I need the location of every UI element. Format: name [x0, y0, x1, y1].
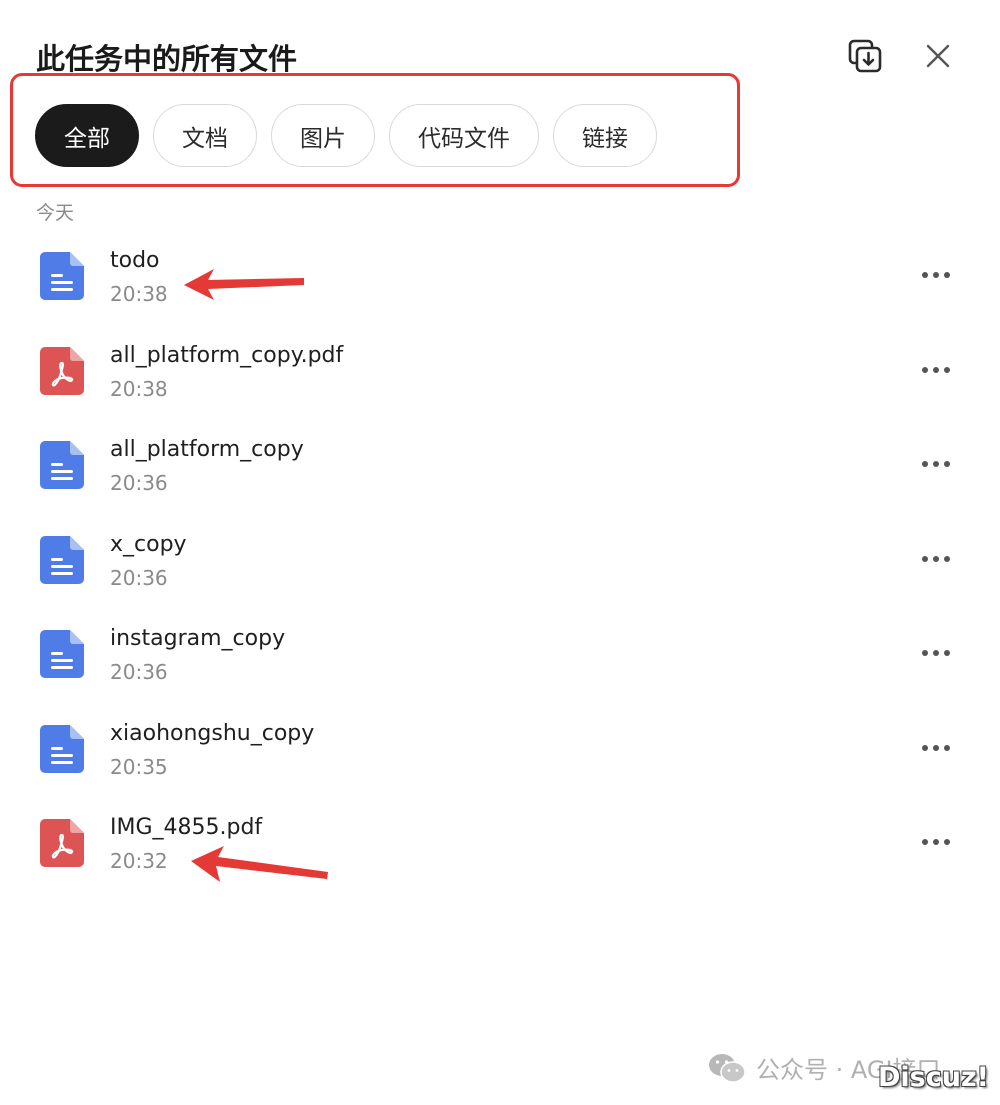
- file-time: 20:35: [110, 754, 168, 779]
- filter-tabs: 全部 文档 图片 代码文件 链接: [35, 104, 657, 167]
- file-row[interactable]: all_platform_copy.pdf 20:38: [0, 323, 1000, 418]
- file-row[interactable]: x_copy 20:36: [0, 512, 1000, 607]
- document-icon: [40, 252, 84, 300]
- annotation-arrow-icon: [191, 846, 328, 882]
- more-dot-icon: [922, 555, 928, 562]
- tab-documents[interactable]: 文档: [153, 104, 257, 167]
- more-dot-icon: [933, 839, 939, 845]
- more-options-button[interactable]: [916, 642, 956, 664]
- file-time: 20:36: [110, 660, 168, 684]
- more-options-button[interactable]: [916, 548, 956, 570]
- file-name: all_platform_copy.pdf: [110, 342, 344, 368]
- file-name: all_platform_copy: [110, 437, 304, 462]
- document-icon: [40, 441, 84, 489]
- pdf-icon: [40, 819, 84, 867]
- more-dot-icon: [944, 461, 950, 467]
- more-dot-icon: [933, 744, 939, 751]
- annotation-arrow-icon: [184, 269, 304, 300]
- section-label-today: 今天: [36, 202, 75, 224]
- discuz-badge: Discuz!: [878, 1062, 989, 1093]
- more-dot-icon: [933, 272, 939, 278]
- more-dot-icon: [933, 555, 939, 562]
- more-options-button[interactable]: [916, 359, 956, 381]
- download-copy-icon: [848, 39, 882, 73]
- file-row[interactable]: all_platform_copy 20:36: [0, 417, 1000, 512]
- files-panel: 此任务中的所有文件 全部 文档 图片 代码文件 链接 今天 todo 20:38: [0, 0, 1000, 1105]
- document-icon: [40, 724, 84, 773]
- file-time: 20:38: [110, 376, 168, 401]
- file-list: todo 20:38 all_platform_copy.pdf 20:38 a…: [0, 228, 1000, 890]
- more-dot-icon: [933, 366, 939, 373]
- more-dot-icon: [922, 744, 928, 751]
- file-time: 20:36: [110, 471, 168, 495]
- page-title: 此任务中的所有文件: [36, 42, 298, 76]
- file-time: 20:36: [110, 565, 168, 590]
- more-dot-icon: [944, 272, 950, 278]
- more-options-button[interactable]: [916, 453, 956, 475]
- tab-images[interactable]: 图片: [271, 104, 375, 167]
- more-dot-icon: [944, 650, 950, 656]
- more-dot-icon: [922, 839, 928, 845]
- more-dot-icon: [922, 650, 928, 656]
- more-dot-icon: [922, 272, 928, 278]
- download-button[interactable]: [845, 36, 885, 76]
- document-icon: [40, 630, 84, 678]
- wechat-icon: [709, 1053, 746, 1083]
- document-icon: [40, 535, 84, 584]
- file-name: x_copy: [110, 531, 187, 557]
- tab-all[interactable]: 全部: [35, 104, 139, 167]
- more-dot-icon: [922, 461, 928, 467]
- more-dot-icon: [944, 744, 950, 751]
- file-row[interactable]: IMG_4855.pdf 20:32: [0, 795, 1000, 890]
- more-options-button[interactable]: [916, 737, 956, 759]
- file-row[interactable]: instagram_copy 20:36: [0, 606, 1000, 701]
- more-dot-icon: [922, 366, 928, 373]
- file-row[interactable]: todo 20:38: [0, 228, 1000, 323]
- more-dot-icon: [944, 555, 950, 562]
- tab-code-files[interactable]: 代码文件: [389, 104, 539, 167]
- more-options-button[interactable]: [916, 264, 956, 286]
- file-name: todo: [110, 248, 160, 273]
- more-dot-icon: [944, 839, 950, 845]
- more-dot-icon: [944, 366, 950, 373]
- file-row[interactable]: xiaohongshu_copy 20:35: [0, 701, 1000, 796]
- more-dot-icon: [933, 461, 939, 467]
- close-icon: [926, 44, 950, 68]
- file-name: xiaohongshu_copy: [110, 720, 315, 746]
- file-time: 20:32: [110, 849, 168, 873]
- tab-links[interactable]: 链接: [553, 104, 657, 167]
- more-dot-icon: [933, 650, 939, 656]
- file-name: IMG_4855.pdf: [110, 815, 263, 840]
- file-name: instagram_copy: [110, 626, 286, 651]
- more-options-button[interactable]: [916, 831, 956, 853]
- pdf-icon: [40, 346, 84, 395]
- close-button[interactable]: [918, 36, 958, 76]
- file-time: 20:38: [110, 282, 168, 306]
